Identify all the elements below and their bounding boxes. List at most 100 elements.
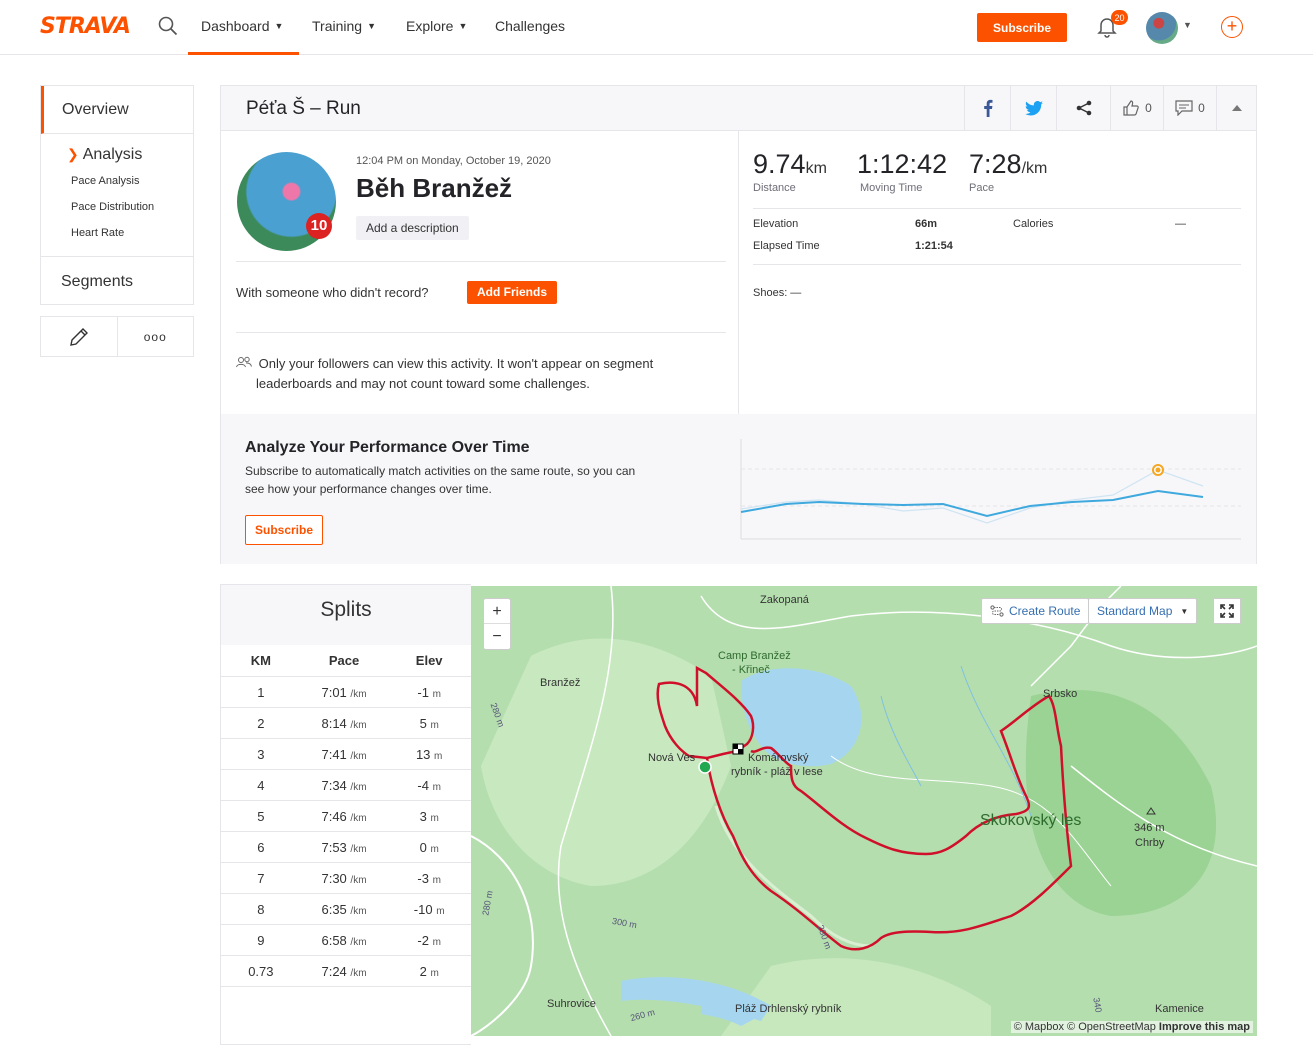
table-row: 6 7:53 /km 0 m bbox=[221, 832, 471, 863]
activity-map[interactable]: + − Create Route Standard Map ▼ Zakopaná … bbox=[471, 586, 1257, 1036]
privacy-notice: Only your followers can view this activi… bbox=[236, 354, 726, 394]
table-row: 7 7:30 /km -3 m bbox=[221, 863, 471, 894]
table-row: 9 6:58 /km -2 m bbox=[221, 925, 471, 956]
split-elev: -1 m bbox=[417, 684, 441, 700]
table-row: 8 6:35 /km -10 m bbox=[221, 894, 471, 925]
share-icon[interactable] bbox=[1056, 86, 1110, 130]
map-label: rybník - pláž v lese bbox=[731, 766, 823, 778]
comment-icon bbox=[1175, 100, 1193, 116]
subscribe-button[interactable]: Subscribe bbox=[977, 13, 1067, 42]
table-row: 2 8:14 /km 5 m bbox=[221, 708, 471, 739]
zoom-out-button[interactable]: − bbox=[484, 624, 510, 649]
sidebar-item-analysis[interactable]: ❯ Analysis bbox=[41, 134, 193, 168]
split-pace: 6:58 /km bbox=[321, 932, 367, 948]
nav-challenges[interactable]: Challenges bbox=[495, 18, 565, 34]
activity-header: Péťa Š – Run 0 0 bbox=[221, 86, 1256, 131]
split-elev: -2 m bbox=[417, 932, 441, 948]
facebook-share-icon[interactable] bbox=[964, 86, 1010, 130]
activity-sidebar: Overview ❯ Analysis Pace Analysis Pace Di… bbox=[40, 85, 194, 357]
map-attribution: © Mapbox © OpenStreetMap Improve this ma… bbox=[1010, 1021, 1253, 1033]
divider bbox=[753, 264, 1241, 265]
sidebar-item-overview[interactable]: Overview bbox=[41, 86, 193, 134]
map-label: Suhrovice bbox=[547, 998, 596, 1010]
split-km: 0.73 bbox=[248, 963, 274, 979]
table-row: 5 7:46 /km 3 m bbox=[221, 801, 471, 832]
table-row: 1 7:01 /km -1 m bbox=[221, 677, 471, 708]
chevron-down-icon: ▼ bbox=[1180, 606, 1189, 616]
sidebar-item-segments[interactable]: Segments bbox=[40, 257, 194, 305]
split-elev: 3 m bbox=[419, 808, 439, 824]
split-pace: 7:41 /km bbox=[321, 746, 367, 762]
followers-icon bbox=[236, 356, 252, 368]
collapse-icon[interactable] bbox=[1216, 86, 1256, 130]
split-km: 7 bbox=[257, 870, 265, 886]
activity-summary: 10 12:04 PM on Monday, October 19, 2020 … bbox=[221, 131, 739, 414]
split-km: 1 bbox=[257, 684, 265, 700]
more-options-button[interactable]: ooo bbox=[118, 317, 194, 356]
comments-button[interactable]: 0 bbox=[1163, 86, 1216, 130]
split-km: 9 bbox=[257, 932, 265, 948]
map-type-dropdown[interactable]: Standard Map ▼ bbox=[1088, 598, 1198, 624]
split-elev: -3 m bbox=[417, 870, 441, 886]
performance-subscribe-button[interactable]: Subscribe bbox=[245, 515, 323, 545]
nav-explore[interactable]: Explore ▼ bbox=[406, 18, 467, 34]
add-description-button[interactable]: Add a description bbox=[356, 216, 469, 240]
performance-description: Subscribe to automatically match activit… bbox=[245, 464, 636, 496]
privacy-text-line1: Only your followers can view this activi… bbox=[258, 356, 654, 371]
table-row: 3 7:41 /km 13 m bbox=[221, 739, 471, 770]
improve-map-link[interactable]: Improve this map bbox=[1159, 1021, 1250, 1033]
sidebar-item-heart-rate[interactable]: Heart Rate bbox=[41, 220, 193, 246]
map-label: Komárovský bbox=[748, 752, 809, 764]
map-label: Kamenice bbox=[1155, 1003, 1204, 1015]
elapsed-time-label: Elapsed Time bbox=[753, 240, 820, 252]
kudos-button[interactable]: 0 bbox=[1110, 86, 1163, 130]
performance-teaser-chart bbox=[740, 439, 1241, 540]
activity-name: Běh Branžež bbox=[356, 173, 513, 203]
strava-logo[interactable]: STRAVA bbox=[40, 14, 131, 39]
zoom-in-button[interactable]: + bbox=[484, 599, 510, 624]
split-km: 8 bbox=[257, 901, 265, 917]
performance-upsell: Analyze Your Performance Over Time Subsc… bbox=[221, 414, 1256, 564]
fullscreen-icon[interactable] bbox=[1213, 598, 1241, 624]
nav-training[interactable]: Training ▼ bbox=[312, 18, 376, 34]
add-icon[interactable]: + bbox=[1221, 16, 1243, 38]
split-pace: 7:01 /km bbox=[321, 684, 367, 700]
notification-count-badge: 20 bbox=[1111, 10, 1128, 25]
split-elev: 13 m bbox=[415, 746, 443, 762]
chevron-down-icon: ▼ bbox=[274, 21, 284, 31]
zoom-controls: + − bbox=[483, 598, 511, 650]
shoes-info: Shoes: — bbox=[753, 287, 802, 299]
nav-dashboard[interactable]: Dashboard ▼ bbox=[201, 18, 283, 34]
chevron-down-icon[interactable]: ▼ bbox=[1183, 20, 1192, 30]
map-label: Camp Branžež bbox=[718, 650, 791, 662]
table-row: 0.73 7:24 /km 2 m bbox=[221, 956, 471, 987]
stat-moving-time: 1:12:42 Moving Time bbox=[857, 149, 948, 194]
route-icon bbox=[990, 605, 1004, 617]
athlete-avatar[interactable]: 10 bbox=[237, 152, 336, 251]
sidebar-item-pace-analysis[interactable]: Pace Analysis bbox=[41, 168, 193, 194]
twitter-share-icon[interactable] bbox=[1010, 86, 1056, 130]
split-elev: 0 m bbox=[419, 839, 439, 855]
avatar-badge: 10 bbox=[306, 213, 332, 239]
activity-stats: 9.74km Distance 1:12:42 Moving Time 7:28… bbox=[740, 131, 1257, 414]
divider bbox=[236, 261, 726, 262]
map-label: Zakopaná bbox=[760, 594, 809, 606]
map-label: - Křineč bbox=[732, 664, 770, 676]
edit-pencil-icon[interactable] bbox=[41, 317, 118, 356]
split-elev: 5 m bbox=[419, 715, 439, 731]
sidebar-item-pace-distribution[interactable]: Pace Distribution bbox=[41, 194, 193, 220]
privacy-text-line2: leaderboards and may not count toward so… bbox=[256, 376, 590, 391]
user-avatar[interactable] bbox=[1146, 12, 1178, 44]
top-navigation: STRAVA Dashboard ▼ Training ▼ Explore ▼ Cha… bbox=[0, 0, 1313, 55]
split-km: 6 bbox=[257, 839, 265, 855]
elapsed-time-value: 1:21:54 bbox=[915, 240, 953, 252]
active-nav-indicator bbox=[188, 52, 299, 55]
search-icon[interactable] bbox=[158, 16, 178, 41]
split-elev: 2 m bbox=[419, 963, 439, 979]
elevation-value: 66m bbox=[915, 218, 938, 230]
split-pace: 7:53 /km bbox=[321, 839, 367, 855]
elevation-label: Elevation bbox=[753, 218, 799, 230]
create-route-button[interactable]: Create Route bbox=[981, 598, 1090, 624]
add-friends-button[interactable]: Add Friends bbox=[467, 281, 558, 304]
map-canvas bbox=[471, 586, 1257, 1036]
